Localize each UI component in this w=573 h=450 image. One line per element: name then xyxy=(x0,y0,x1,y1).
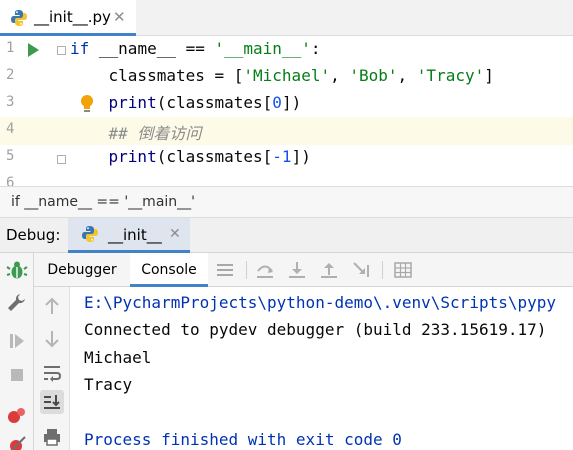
breadcrumb-bar: if __name__ == '__main__' xyxy=(0,186,573,218)
python-file-icon xyxy=(81,225,99,247)
bug-icon[interactable] xyxy=(5,258,29,282)
line-number: 3 xyxy=(6,94,15,110)
run-arrow-icon[interactable] xyxy=(28,43,39,57)
fold-marker-icon[interactable] xyxy=(57,155,66,164)
console-side-toolbar xyxy=(34,287,70,450)
debug-subtab-bar: Debugger Console xyxy=(34,253,573,287)
fold-marker-icon[interactable] xyxy=(57,46,66,55)
debug-session-label: __init__ xyxy=(108,226,162,244)
wrench-icon[interactable] xyxy=(5,291,29,315)
console-line: Connected to pydev debugger (build 233.1… xyxy=(84,320,547,339)
mute-breakpoints-icon[interactable] xyxy=(5,433,29,450)
down-arrow-icon[interactable] xyxy=(40,327,64,351)
editor-tab-label: __init__.py xyxy=(34,8,111,26)
step-over-icon[interactable] xyxy=(254,259,276,281)
code-line-current: 4 ## 倒着访问 xyxy=(0,117,573,145)
console-line-exit: Process finished with exit code 0 xyxy=(84,430,402,449)
code-line: 3 print(classmates[0]) xyxy=(0,90,573,118)
code-text: ## 倒着访问 xyxy=(108,124,202,143)
code-line: 2 classmates = ['Michael', 'Bob', 'Tracy… xyxy=(0,63,573,91)
code-text: print(classmates[0]) xyxy=(108,93,302,112)
close-icon[interactable]: ✕ xyxy=(169,226,181,242)
debug-tool-title: Debug: xyxy=(6,226,61,244)
tab-console[interactable]: Console xyxy=(130,253,208,287)
stop-icon[interactable] xyxy=(5,363,29,387)
code-line: 1 if __name__ == '__main__': xyxy=(0,36,573,64)
editor-tab-bar: __init__.py ✕ xyxy=(0,0,573,36)
toolbar-divider xyxy=(382,261,383,279)
soft-wrap-icon[interactable] xyxy=(40,361,64,385)
console-output[interactable]: E:\PycharmProjects\python-demo\.venv\Scr… xyxy=(70,287,573,450)
code-line: 6 xyxy=(0,171,573,186)
line-number: 1 xyxy=(6,40,15,56)
evaluate-icon[interactable] xyxy=(392,259,414,281)
run-to-cursor-icon[interactable] xyxy=(350,259,372,281)
print-icon[interactable] xyxy=(40,425,64,449)
python-file-icon xyxy=(10,9,28,31)
debug-session-tab[interactable]: __init__ ✕ xyxy=(68,218,190,253)
code-line: 5 print(classmates[-1]) xyxy=(0,144,573,172)
layout-menu-icon[interactable] xyxy=(214,259,236,281)
step-out-icon[interactable] xyxy=(318,259,340,281)
line-number: 6 xyxy=(6,175,15,186)
code-text: if __name__ == '__main__': xyxy=(70,39,321,58)
resume-icon[interactable] xyxy=(5,329,29,353)
line-number: 2 xyxy=(6,67,15,83)
code-text: classmates = ['Michael', 'Bob', 'Tracy'] xyxy=(70,66,494,85)
scroll-to-end-icon[interactable] xyxy=(40,390,64,414)
debug-tool-header: Debug: __init__ ✕ xyxy=(0,218,573,253)
line-number: 5 xyxy=(6,148,15,164)
console-line: Michael xyxy=(84,348,152,367)
console-line: Tracy xyxy=(84,375,133,394)
close-icon[interactable]: ✕ xyxy=(113,8,126,26)
line-number: 4 xyxy=(6,121,15,137)
step-into-icon[interactable] xyxy=(286,259,308,281)
console-line-command: E:\PycharmProjects\python-demo\.venv\Scr… xyxy=(84,293,557,312)
debug-vertical-toolbar xyxy=(0,253,34,450)
code-text: print(classmates[-1]) xyxy=(108,147,311,166)
up-arrow-icon[interactable] xyxy=(40,294,64,318)
breakpoints-icon[interactable] xyxy=(5,403,29,427)
toolbar-divider xyxy=(246,261,247,279)
breadcrumb[interactable]: if __name__ == '__main__' xyxy=(11,194,195,210)
editor-tab-init-py[interactable]: __init__.py ✕ xyxy=(0,0,136,36)
tab-debugger[interactable]: Debugger xyxy=(42,253,122,287)
code-editor[interactable]: 1 if __name__ == '__main__': 2 classmate… xyxy=(0,36,573,186)
